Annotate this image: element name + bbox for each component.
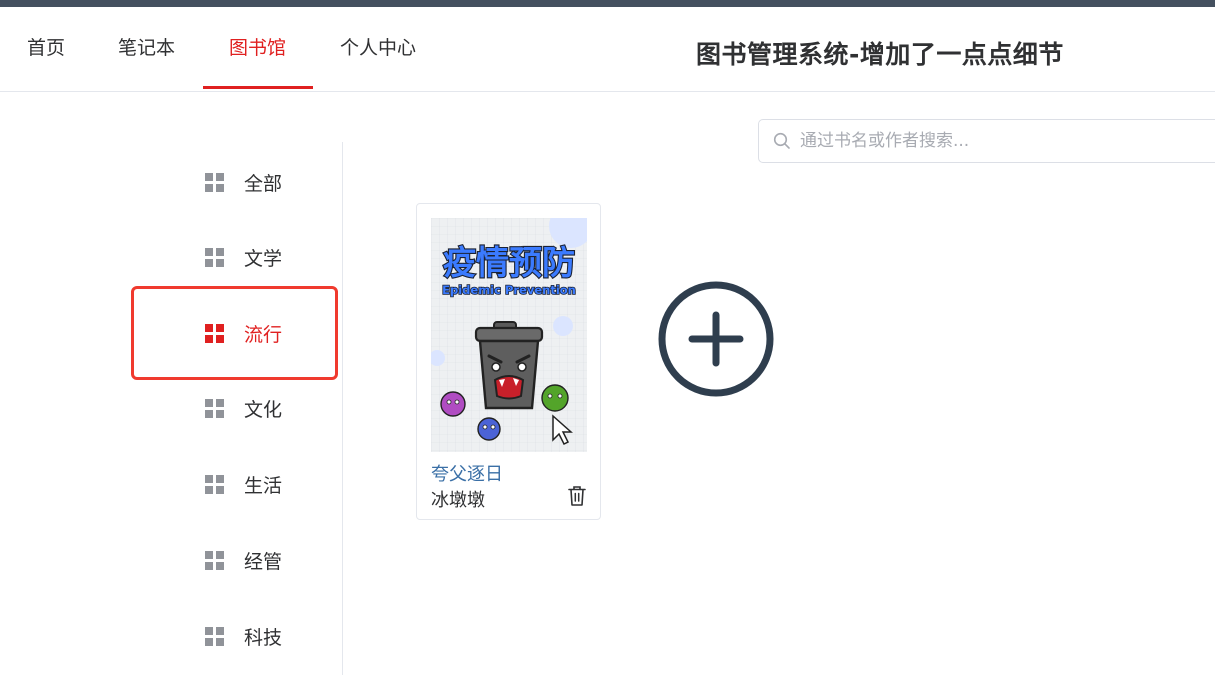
grid-icon — [205, 626, 224, 646]
grid-icon — [205, 172, 224, 192]
add-book-button[interactable] — [656, 279, 776, 399]
category-item-life[interactable]: 生活 — [205, 470, 282, 498]
trash-icon[interactable] — [567, 485, 587, 507]
sidebar-divider — [342, 142, 343, 675]
book-author: 冰墩墩 — [431, 490, 485, 511]
category-item-literature[interactable]: 文学 — [205, 243, 282, 271]
category-label: 文学 — [244, 247, 283, 270]
nav-active-underline — [203, 86, 313, 89]
selection-highlight-box — [131, 286, 338, 380]
book-cover: 疫情预防 Epidemic Prevention — [431, 218, 587, 452]
grid-icon — [205, 550, 224, 570]
book-title[interactable]: 夸父逐日 — [431, 460, 503, 486]
search-icon — [773, 132, 790, 149]
top-strip — [0, 0, 1215, 7]
category-label: 文化 — [244, 398, 283, 421]
search-input[interactable] — [800, 131, 1200, 151]
book-card[interactable]: 疫情预防 Epidemic Prevention 夸父逐日 冰墩墩 — [416, 203, 601, 520]
page-title: 图书管理系统-增加了一点点细节 — [696, 40, 1064, 69]
category-item-culture[interactable]: 文化 — [205, 394, 282, 422]
category-label: 科技 — [244, 626, 283, 649]
category-label: 生活 — [244, 474, 283, 497]
nav-item-home[interactable]: 首页 — [27, 7, 65, 89]
category-item-business[interactable]: 经管 — [205, 546, 282, 574]
nav-item-profile[interactable]: 个人中心 — [340, 7, 416, 89]
grid-icon — [205, 398, 224, 418]
header: 首页 笔记本 图书馆 个人中心 图书管理系统-增加了一点点细节 — [0, 7, 1215, 92]
category-label: 经管 — [244, 550, 283, 573]
category-label: 全部 — [244, 172, 283, 195]
nav-item-notebook[interactable]: 笔记本 — [118, 7, 175, 89]
category-item-technology[interactable]: 科技 — [205, 622, 282, 650]
grid-icon — [205, 474, 224, 494]
svg-text:疫情预防: 疫情预防 — [443, 243, 575, 282]
category-item-all[interactable]: 全部 — [205, 168, 282, 196]
svg-text:Epidemic Prevention: Epidemic Prevention — [442, 283, 576, 297]
book-cover-illustration: 疫情预防 Epidemic Prevention — [431, 218, 587, 452]
nav-item-library[interactable]: 图书馆 — [229, 7, 286, 89]
grid-icon — [205, 247, 224, 267]
search-box[interactable] — [758, 119, 1215, 163]
